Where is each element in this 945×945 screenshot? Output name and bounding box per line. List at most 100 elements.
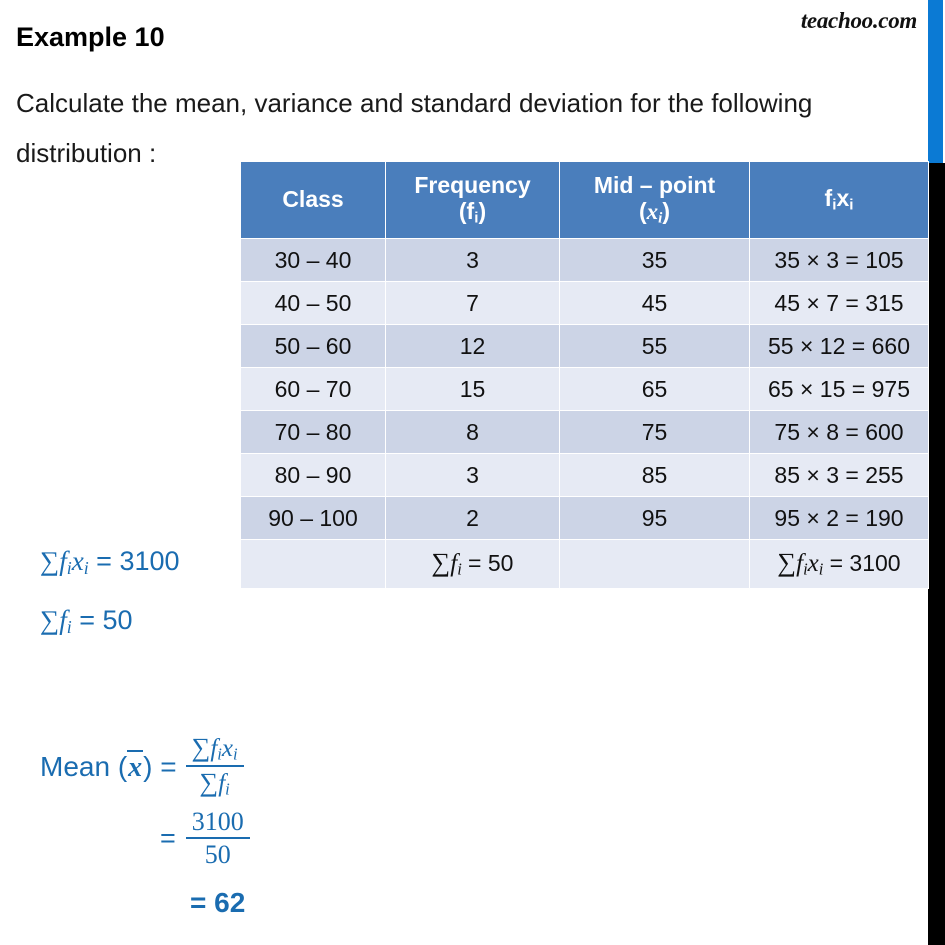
cell-class: 80 – 90 [240, 453, 386, 497]
summary-sum-f: ∑fi = 50 [40, 605, 133, 638]
mean-label: Mean (x) = [40, 749, 177, 783]
summary-f-variable: f [59, 605, 67, 635]
table-row: 30 – 40 3 35 35 × 3 = 105 [240, 238, 929, 282]
mean-calculation: Mean (x) = ∑fixi ∑fi = 3100 50 = 62 [40, 734, 250, 919]
summary-f-value: = 50 [79, 605, 133, 635]
header-frequency-open: (f [458, 198, 475, 225]
numerator-x-subscript: i [233, 744, 238, 764]
sum-f-value: = 50 [468, 550, 514, 577]
table-row: 40 – 50 7 45 45 × 7 = 315 [240, 281, 929, 325]
summary-fx-subscript-2: i [83, 557, 89, 578]
denominator-f-subscript: i [225, 779, 230, 799]
header-midpoint-open: ( [638, 198, 647, 225]
header-fx-subscript-2: i [849, 196, 854, 214]
mean-formula-numerator: ∑fixi [186, 734, 244, 763]
cell-midpoint: 35 [559, 238, 750, 282]
cell-midpoint: 55 [559, 324, 750, 368]
sum-fx-value: = 3100 [829, 550, 901, 577]
question-line-1: Calculate the mean, variance and standar… [16, 88, 813, 118]
summary-fx-value: = 3100 [96, 546, 180, 576]
column-header-fx: fixi [749, 161, 929, 239]
cell-frequency: 15 [385, 367, 560, 411]
cell-fx: 45 × 7 = 315 [749, 281, 929, 325]
cell-fx: 55 × 12 = 660 [749, 324, 929, 368]
summary-fx-f: f [59, 546, 67, 576]
table-row: 50 – 60 12 55 55 × 12 = 660 [240, 324, 929, 368]
summary-fx-x: x [71, 546, 84, 576]
cell-class: 60 – 70 [240, 367, 386, 411]
cell-midpoint: 45 [559, 281, 750, 325]
cell-fx: 35 × 3 = 105 [749, 238, 929, 282]
cell-total-midpoint [559, 539, 750, 589]
header-midpoint-variable: x [646, 199, 659, 225]
cell-fx: 85 × 3 = 255 [749, 453, 929, 497]
sum-fx-expression: ∑fixi = 3100 [777, 548, 901, 579]
page-title: Example 10 [16, 22, 165, 52]
sigma-glyph: ∑ [431, 548, 451, 578]
cell-total-fx: ∑fixi = 3100 [749, 539, 929, 589]
cell-frequency: 3 [385, 453, 560, 497]
x-bar-symbol: x [127, 749, 144, 783]
cell-class: 40 – 50 [240, 281, 386, 325]
mean-value-fraction: 3100 50 [185, 806, 250, 869]
cell-frequency: 7 [385, 281, 560, 325]
value-numerator: 3100 [191, 806, 244, 836]
header-frequency-line1: Frequency [414, 172, 531, 199]
table-row: 90 – 100 2 95 95 × 2 = 190 [240, 496, 929, 540]
column-header-midpoint: Mid – point (xi) [559, 161, 750, 239]
table-row: 80 – 90 3 85 85 × 3 = 255 [240, 453, 929, 497]
cell-class: 30 – 40 [240, 238, 386, 282]
cell-fx: 65 × 15 = 975 [749, 367, 929, 411]
cell-frequency: 12 [385, 324, 560, 368]
sum-frequency-expression: ∑fi = 50 [431, 548, 514, 579]
cell-class: 90 – 100 [240, 496, 386, 540]
table-row: 70 – 80 8 75 75 × 8 = 600 [240, 410, 929, 454]
mean-substitution-row: = 3100 50 [160, 797, 250, 879]
cell-fx: 75 × 8 = 600 [749, 410, 929, 454]
cell-midpoint: 75 [559, 410, 750, 454]
cell-midpoint: 85 [559, 453, 750, 497]
fraction-bar [185, 765, 244, 767]
sigma-glyph: ∑ [40, 605, 60, 635]
equals-sign: = [160, 822, 176, 853]
column-header-frequency: Frequency (fi) [385, 161, 560, 239]
cell-total-frequency: ∑fi = 50 [385, 539, 560, 589]
summary-f-subscript: i [66, 616, 72, 637]
sum-fx-subscript-2: i [818, 559, 824, 579]
sum-f-subscript: i [457, 559, 462, 579]
cell-frequency: 8 [385, 410, 560, 454]
table-header-row: Class Frequency (fi) Mid – point (xi) fi… [240, 161, 929, 239]
numerator-x: x [221, 735, 233, 763]
sigma-glyph: ∑ [777, 548, 797, 578]
header-fx-x: x [836, 185, 850, 212]
column-header-class: Class [240, 161, 386, 239]
right-edge-black-bar [928, 163, 945, 945]
cell-class: 70 – 80 [240, 410, 386, 454]
cell-midpoint: 65 [559, 367, 750, 411]
mean-formula-row: Mean (x) = ∑fixi ∑fi [40, 734, 250, 798]
header-midpoint-close: ) [662, 198, 671, 225]
right-edge-blue-bar [928, 0, 943, 165]
summary-sum-fx: ∑fixi = 3100 [40, 546, 180, 579]
cell-frequency: 3 [385, 238, 560, 282]
sigma-glyph: ∑ [199, 768, 219, 797]
table-row: 60 – 70 15 65 65 × 15 = 975 [240, 367, 929, 411]
mean-formula-fraction: ∑fixi ∑fi [185, 734, 244, 798]
value-denominator: 50 [204, 840, 231, 869]
header-frequency-close: ) [478, 198, 487, 225]
cell-midpoint: 95 [559, 496, 750, 540]
cell-frequency: 2 [385, 496, 560, 540]
table-totals-row: ∑fi = 50 ∑fixi = 3100 [240, 539, 929, 589]
cell-fx: 95 × 2 = 190 [749, 496, 929, 540]
mean-result: = 62 [190, 887, 246, 918]
mean-formula-denominator: ∑fi [193, 769, 235, 798]
cell-class: 50 – 60 [240, 324, 386, 368]
teachoo-logo: teachoo.com [800, 8, 917, 33]
sigma-glyph: ∑ [191, 733, 211, 763]
header-midpoint-line1: Mid – point [593, 172, 716, 199]
cell-total-class [240, 539, 386, 589]
mean-label-suffix: ) = [143, 750, 177, 782]
frequency-distribution-table: Class Frequency (fi) Mid – point (xi) fi… [240, 161, 929, 589]
mean-label-prefix: Mean ( [40, 750, 128, 782]
fraction-bar [185, 837, 250, 839]
